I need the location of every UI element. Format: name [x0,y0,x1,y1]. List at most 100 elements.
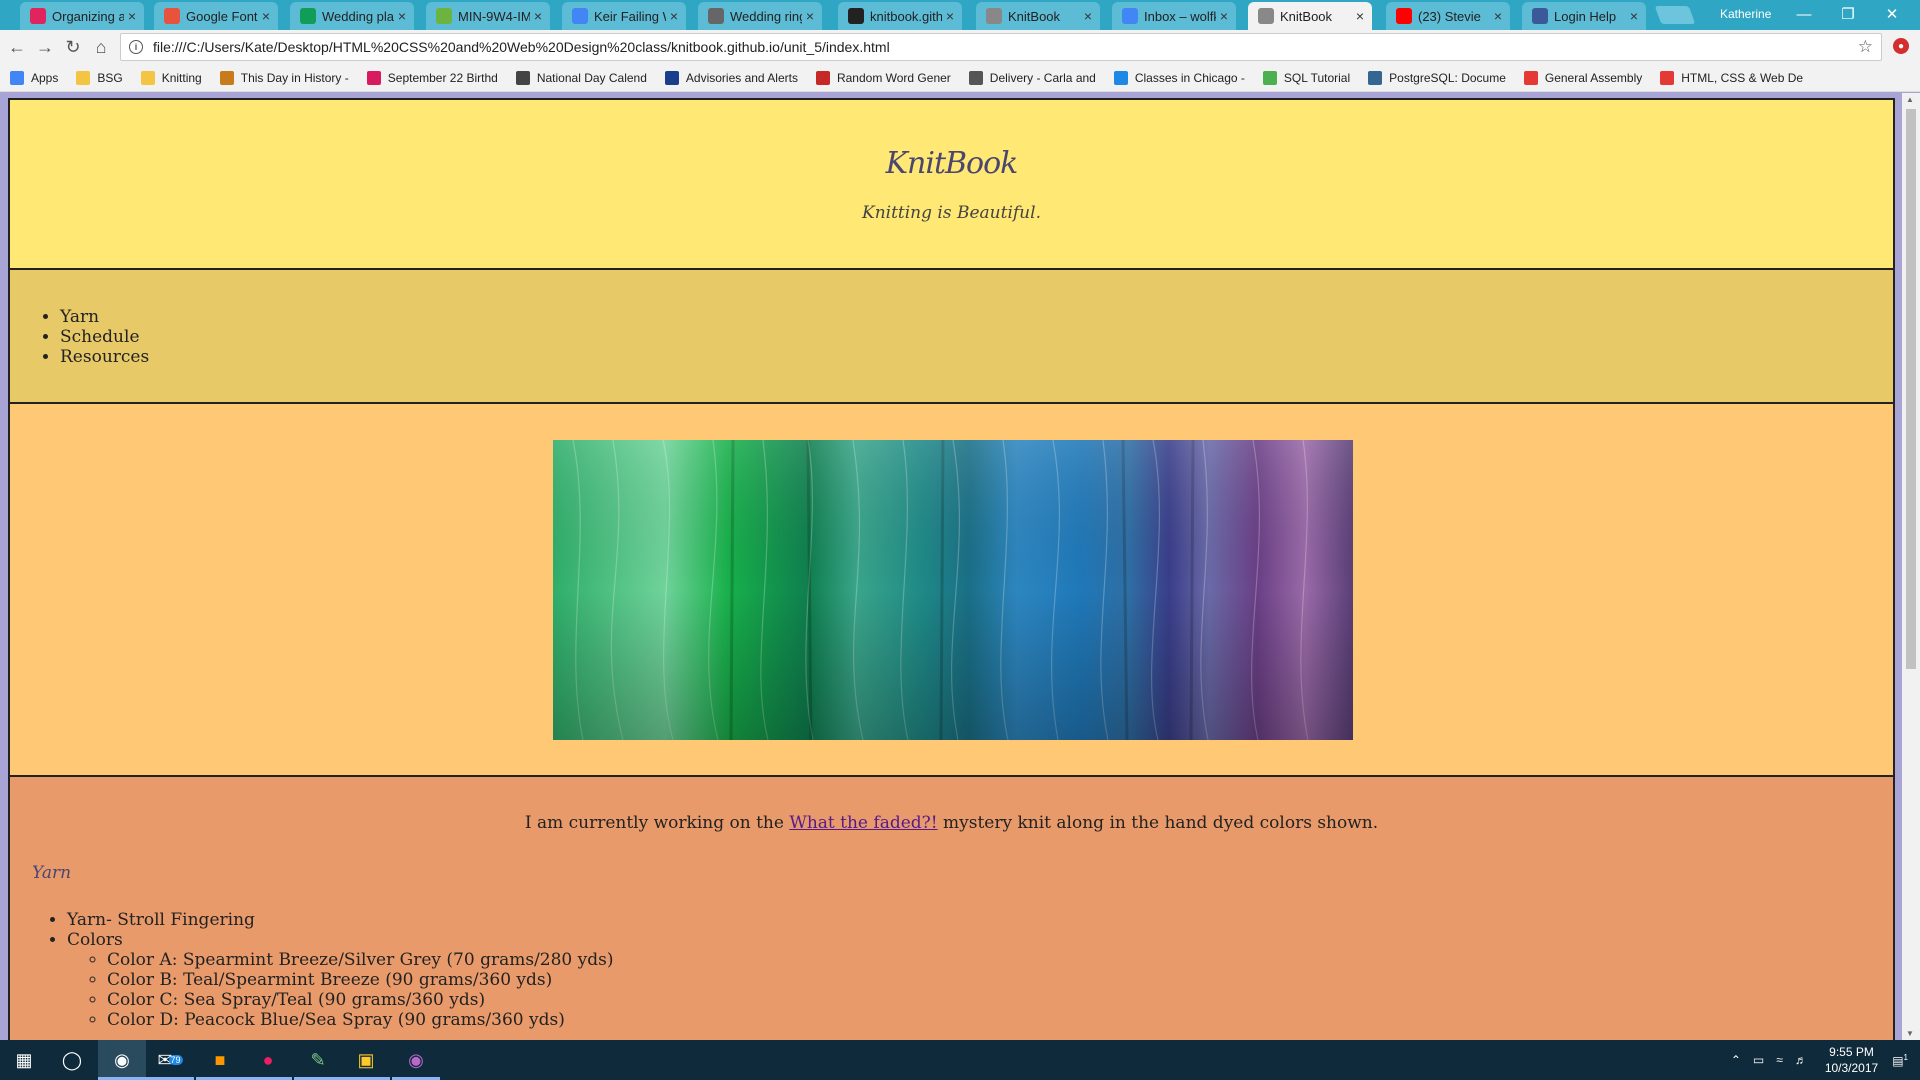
browser-tab[interactable]: KnitBook × [976,2,1100,30]
clock[interactable]: 9:55 PM 10/3/2017 [1825,1044,1878,1076]
bookmark-label: SQL Tutorial [1283,70,1351,85]
tab-close-icon[interactable]: × [398,8,406,24]
notifications-icon[interactable]: ▤1 [1892,1053,1908,1068]
app-taskbar-icon[interactable]: ◉ [392,1040,440,1080]
tab-close-icon[interactable]: × [1084,8,1092,24]
extension-icon[interactable]: ● [1893,38,1909,54]
home-icon[interactable]: ⌂ [90,36,112,58]
tab-close-icon[interactable]: × [806,8,814,24]
mystery-knit-link[interactable]: What the faded?! [789,813,937,833]
browser-tab[interactable]: (23) Stevie × [1386,2,1510,30]
tab-label: MIN-9W4-IM [458,8,530,24]
browser-tab[interactable]: Login Help × [1522,2,1646,30]
tab-label: Wedding plan [322,8,394,24]
restore-icon[interactable]: ❐ [1826,0,1870,28]
maps-taskbar-icon[interactable]: ● [244,1040,292,1080]
apps-grid-icon [10,70,24,85]
profile-name[interactable]: Katherine [1720,7,1771,21]
tab-label: knitbook.githu [870,8,942,24]
battery-icon[interactable]: ▭ [1753,1053,1764,1067]
browser-tab[interactable]: Google Fonts × [154,2,278,30]
file-explorer-icon[interactable]: ▣ [342,1040,390,1080]
bookmark-label: September 22 Birthd [387,70,498,85]
wifi-icon[interactable]: ≈ [1776,1053,1783,1067]
new-tab-button[interactable] [1654,6,1696,24]
bookmark-item[interactable]: National Day Calend [515,70,647,85]
page-viewport: KnitBook Knitting is Beautiful. Yarn Sch… [0,93,1920,1040]
tab-close-icon[interactable]: × [1630,8,1638,24]
bookmark-item[interactable]: Delivery - Carla and [968,70,1096,85]
reload-icon[interactable]: ↻ [62,36,84,58]
info-icon[interactable]: i [129,40,143,54]
address-bar[interactable]: i file:///C:/Users/Kate/Desktop/HTML%20C… [120,33,1882,61]
tab-label: Keir Failing W [594,8,666,24]
tab-close-icon[interactable]: × [670,8,678,24]
back-icon[interactable]: ← [6,36,28,58]
m-icon [436,8,452,24]
tab-close-icon[interactable]: × [946,8,954,24]
browser-tab[interactable]: Organizing an× [20,2,144,30]
chrome-taskbar-icon[interactable]: ◉ [98,1040,146,1080]
bookmark-item[interactable]: This Day in History - [219,70,349,85]
delivery-icon [968,70,983,85]
tab-label: KnitBook [1280,8,1333,24]
classes-icon [1113,70,1128,85]
tab-label: Google Fonts [186,8,258,24]
bookmark-item[interactable]: HTML, CSS & Web De [1660,70,1803,85]
url-text[interactable]: file:///C:/Users/Kate/Desktop/HTML%20CSS… [153,39,890,55]
site-nav: Yarn Schedule Resources [8,268,1895,404]
tab-label: (23) Stevie [1418,8,1481,24]
tab-close-icon[interactable]: × [1220,8,1228,24]
bookmark-label: Delivery - Carla and [989,70,1096,85]
bookmark-item[interactable]: Apps [10,70,58,85]
windows-start-icon[interactable]: ▦ [0,1040,48,1080]
browser-tab[interactable]: KnitBook × [1248,2,1372,30]
tray-chevron-icon[interactable]: ⌃ [1731,1053,1741,1067]
mail-taskbar-icon[interactable]: ✉ 79 [146,1040,194,1080]
bookmark-item[interactable]: Classes in Chicago - [1113,70,1245,85]
minimize-icon[interactable]: — [1782,0,1826,28]
scrollbar-thumb[interactable] [1906,109,1916,669]
cortana-search-icon[interactable]: ◯ [48,1040,96,1080]
notification-count: 1 [1903,1052,1908,1062]
facebook-icon [1532,8,1548,24]
tab-close-icon[interactable]: × [128,8,136,24]
tab-close-icon[interactable]: × [534,8,542,24]
tab-close-icon[interactable]: × [1356,8,1364,24]
browser-tab[interactable]: Keir Failing W× [562,2,686,30]
browser-tab[interactable]: MIN-9W4-IM × [426,2,550,30]
hero-section [8,402,1895,777]
bookmark-label: PostgreSQL: Docume [1389,70,1506,85]
bookmark-item[interactable]: SQL Tutorial [1262,70,1351,85]
bookmark-star-icon[interactable]: ☆ [1858,37,1873,57]
vertical-scrollbar[interactable]: ▲ ▼ [1902,93,1920,1040]
tab-close-icon[interactable]: × [1494,8,1502,24]
nav-item-resources[interactable]: Resources [60,347,149,367]
volume-icon[interactable]: ♬ [1795,1053,1807,1067]
bookmark-label: Random Word Gener [836,70,951,85]
scroll-down-icon[interactable]: ▼ [1906,1029,1914,1038]
paint-taskbar-icon[interactable]: ✎ [294,1040,342,1080]
bookmark-item[interactable]: Random Word Gener [815,70,951,85]
forward-icon[interactable]: → [34,36,56,58]
bookmark-item[interactable]: PostgreSQL: Docume [1368,70,1506,85]
yarn-type-item: Yarn- Stroll Fingering [67,910,614,930]
browser-tab[interactable]: knitbook.githu× [838,2,962,30]
bookmark-item[interactable]: BSG [76,70,123,85]
tab-close-icon[interactable]: × [262,8,270,24]
bookmark-item[interactable]: General Assembly [1523,70,1642,85]
browser-tab[interactable]: Inbox – wolfk × [1112,2,1236,30]
bookmark-item[interactable]: Advisories and Alerts [664,70,798,85]
close-window-icon[interactable]: ✕ [1870,0,1914,28]
colors-label: Colors [67,930,123,950]
tab-label: Inbox – wolfk [1144,8,1216,24]
bookmark-item[interactable]: Knitting [140,70,202,85]
google-fonts-icon [164,8,180,24]
nav-item-schedule[interactable]: Schedule [60,327,149,347]
sublime-taskbar-icon[interactable]: ■ [196,1040,244,1080]
nav-item-yarn[interactable]: Yarn [60,307,149,327]
browser-tab[interactable]: Wedding plan × [290,2,414,30]
scroll-up-icon[interactable]: ▲ [1906,95,1914,104]
browser-tab[interactable]: Wedding ring × [698,2,822,30]
bookmark-item[interactable]: September 22 Birthd [366,70,498,85]
